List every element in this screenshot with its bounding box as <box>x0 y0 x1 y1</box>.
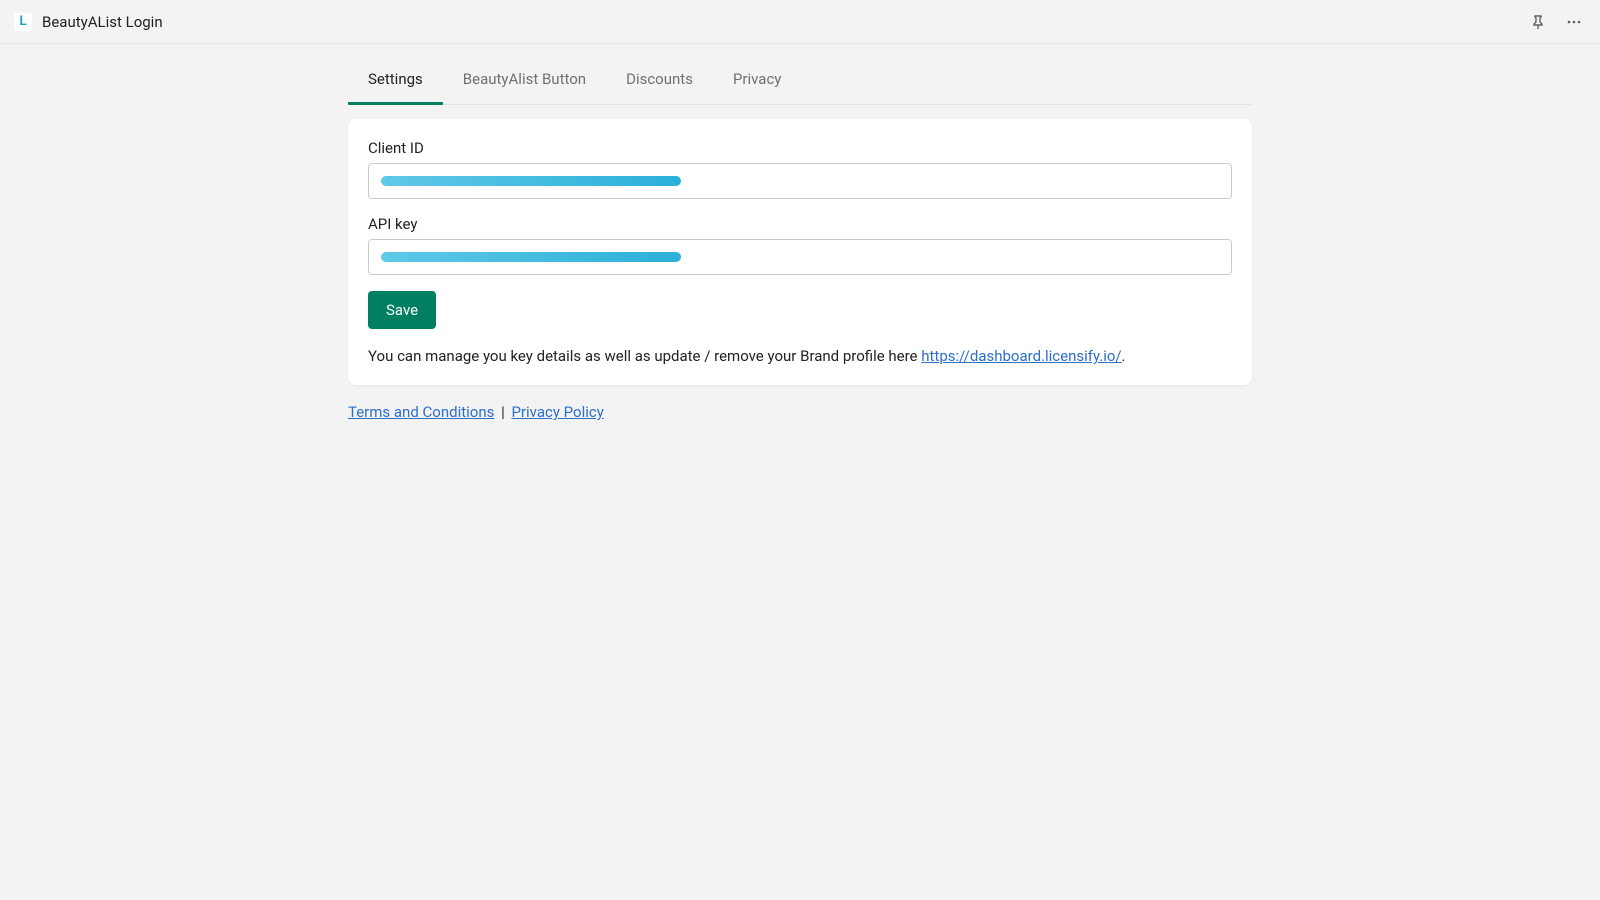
topbar-left: L BeautyAList Login <box>14 13 163 31</box>
more-icon[interactable] <box>1562 10 1586 34</box>
app-icon: L <box>14 13 32 31</box>
dashboard-link[interactable]: https://dashboard.licensify.io/ <box>921 347 1121 365</box>
tab-privacy[interactable]: Privacy <box>713 52 801 104</box>
topbar-right <box>1526 10 1586 34</box>
client-id-label: Client ID <box>368 139 1232 157</box>
topbar: L BeautyAList Login <box>0 0 1600 44</box>
main-content: Settings BeautyAlist Button Discounts Pr… <box>340 52 1260 421</box>
tab-discounts[interactable]: Discounts <box>606 52 713 104</box>
help-text: You can manage you key details as well a… <box>368 347 1232 365</box>
terms-link[interactable]: Terms and Conditions <box>348 403 494 421</box>
client-id-redacted <box>381 176 681 186</box>
api-key-input[interactable] <box>368 239 1232 275</box>
api-key-field: API key <box>368 215 1232 275</box>
api-key-redacted <box>381 252 681 262</box>
footer-separator: | <box>497 403 508 421</box>
footer-links: Terms and Conditions | Privacy Policy <box>348 403 1252 421</box>
client-id-field: Client ID <box>368 139 1232 199</box>
client-id-input[interactable] <box>368 163 1232 199</box>
privacy-policy-link[interactable]: Privacy Policy <box>511 403 603 421</box>
api-key-label: API key <box>368 215 1232 233</box>
tab-settings[interactable]: Settings <box>348 52 443 104</box>
app-title: BeautyAList Login <box>42 13 163 31</box>
pin-icon[interactable] <box>1526 10 1550 34</box>
help-prefix: You can manage you key details as well a… <box>368 347 921 365</box>
tabs: Settings BeautyAlist Button Discounts Pr… <box>348 52 1252 105</box>
settings-card: Client ID API key Save You can manage yo… <box>348 119 1252 385</box>
tab-beautyalist-button[interactable]: BeautyAlist Button <box>443 52 606 104</box>
help-suffix: . <box>1122 347 1126 365</box>
save-button[interactable]: Save <box>368 291 436 329</box>
